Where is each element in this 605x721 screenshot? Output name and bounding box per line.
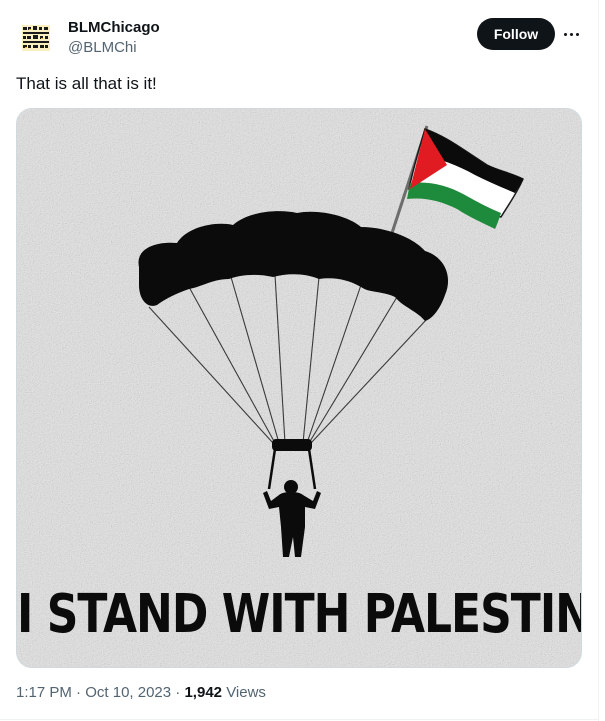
views-label: Views [226,684,266,701]
tweet-timestamp[interactable]: 1:17 PM · Oct 10, 2023 [16,684,171,701]
author-display-name[interactable]: BLMChicago [68,18,160,38]
views-count: 1,942 [184,684,223,701]
blm-chicago-logo-icon [16,18,56,58]
tweet-time: 1:17 PM [16,684,72,701]
divider [0,719,598,720]
meta-separator: · [175,684,181,701]
meta-separator: · [76,684,82,701]
tweet-meta: 1:17 PM · Oct 10, 2023 · 1,942 Views [16,683,266,703]
author-handle[interactable]: @BLMChi [68,38,137,58]
media-caption: I STAND WITH PALESTINE. [17,583,582,646]
column-border [598,0,599,721]
tweet-card: BLMChicago @BLMChi Follow That is all th… [0,0,605,721]
tweet-date: Oct 10, 2023 [85,684,172,701]
follow-button[interactable]: Follow [477,18,555,50]
tweet-text: That is all that is it! [16,74,157,93]
tweet-media-image[interactable]: I STAND WITH PALESTINE. [16,108,582,668]
more-options-icon[interactable] [560,22,584,46]
avatar[interactable] [16,18,56,58]
